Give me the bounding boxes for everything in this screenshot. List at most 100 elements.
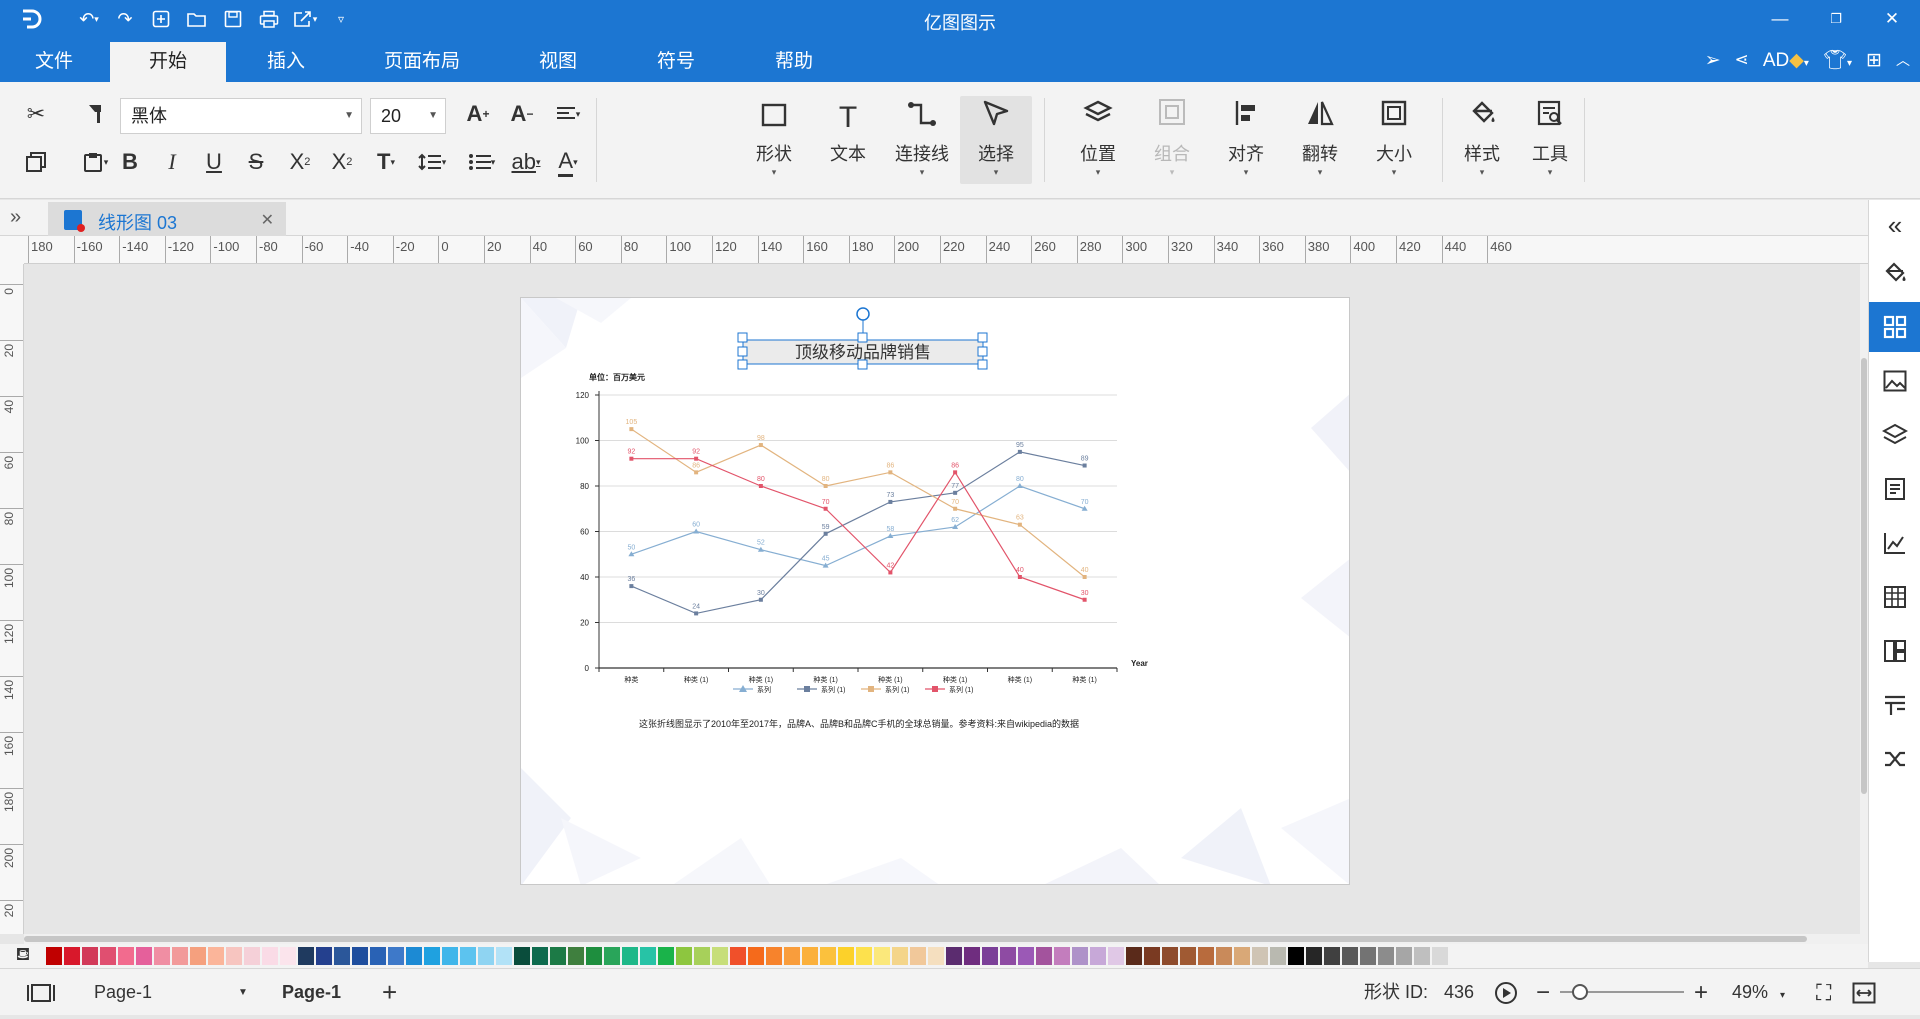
- underline-icon[interactable]: U: [196, 146, 232, 178]
- color-swatch[interactable]: [676, 947, 692, 965]
- position-button[interactable]: 位置 ▾: [1062, 96, 1134, 184]
- color-swatch[interactable]: [1000, 947, 1016, 965]
- restore-icon[interactable]: ❐: [1808, 0, 1864, 38]
- tab-page-layout[interactable]: 页面布局: [370, 42, 474, 82]
- color-swatch[interactable]: [1054, 947, 1070, 965]
- image-icon[interactable]: [1869, 356, 1920, 406]
- send-icon[interactable]: ➢: [1705, 49, 1721, 72]
- org-chart-icon[interactable]: [1869, 626, 1920, 676]
- tab-help[interactable]: 帮助: [754, 42, 834, 82]
- bold-icon[interactable]: B: [112, 146, 148, 178]
- color-swatch[interactable]: [1324, 947, 1340, 965]
- size-button[interactable]: 大小 ▾: [1358, 96, 1430, 184]
- minimize-icon[interactable]: —: [1752, 0, 1808, 38]
- color-swatch[interactable]: [640, 947, 656, 965]
- color-swatch[interactable]: [838, 947, 854, 965]
- tools-button[interactable]: 工具 ▾: [1516, 96, 1584, 184]
- undo-icon[interactable]: ↶ ▾: [72, 4, 106, 34]
- color-swatch[interactable]: [478, 947, 494, 965]
- connector-button[interactable]: 连接线 ▾: [886, 96, 958, 184]
- color-swatch[interactable]: [118, 947, 134, 965]
- color-swatch[interactable]: [352, 947, 368, 965]
- color-swatch[interactable]: [820, 947, 836, 965]
- resize-handle[interactable]: [977, 346, 988, 357]
- print-icon[interactable]: [252, 4, 286, 34]
- fit-width-icon[interactable]: [1852, 969, 1876, 1016]
- color-swatch[interactable]: [712, 947, 728, 965]
- horizontal-scrollbar[interactable]: [24, 934, 1868, 944]
- color-swatch[interactable]: [1414, 947, 1430, 965]
- text-format-icon[interactable]: T ▾: [366, 146, 406, 178]
- color-swatch[interactable]: [1288, 947, 1304, 965]
- color-swatch[interactable]: [694, 947, 710, 965]
- color-swatch[interactable]: [388, 947, 404, 965]
- collapse-ribbon-icon[interactable]: ︿: [1896, 50, 1910, 70]
- color-swatch[interactable]: [154, 947, 170, 965]
- cut-icon[interactable]: ✂: [18, 98, 54, 130]
- color-swatch[interactable]: [100, 947, 116, 965]
- layers-icon[interactable]: [1869, 410, 1920, 460]
- color-swatch[interactable]: [1252, 947, 1268, 965]
- apps-grid-icon[interactable]: ⊞: [1866, 49, 1882, 72]
- tab-home[interactable]: 开始: [110, 42, 226, 82]
- app-logo-icon[interactable]: [14, 4, 48, 34]
- color-swatch[interactable]: [262, 947, 278, 965]
- color-swatch[interactable]: [856, 947, 872, 965]
- text-align-icon[interactable]: ▾: [548, 98, 588, 130]
- font-color-icon[interactable]: A ▾: [548, 146, 588, 178]
- color-swatch[interactable]: [460, 947, 476, 965]
- color-swatch[interactable]: [280, 947, 296, 965]
- diagram-page[interactable]: 顶级移动品牌销售 单位：百万美元 Year 0 20 40 60 80 100 120 种类 种…: [520, 297, 1350, 885]
- new-file-icon[interactable]: [144, 4, 178, 34]
- copy-icon[interactable]: [18, 146, 54, 178]
- bullet-list-icon[interactable]: ▾: [460, 146, 504, 178]
- color-swatch[interactable]: [298, 947, 314, 965]
- color-swatch[interactable]: [550, 947, 566, 965]
- color-swatch[interactable]: [1108, 947, 1124, 965]
- resize-handle[interactable]: [857, 359, 868, 370]
- resize-handle[interactable]: [977, 359, 988, 370]
- rotate-handle[interactable]: [856, 307, 870, 321]
- color-swatch[interactable]: [1432, 947, 1448, 965]
- color-swatch[interactable]: [604, 947, 620, 965]
- color-swatch[interactable]: [568, 947, 584, 965]
- color-swatch[interactable]: [622, 947, 638, 965]
- color-swatch[interactable]: [658, 947, 674, 965]
- color-swatch[interactable]: [46, 947, 62, 965]
- color-swatch[interactable]: [784, 947, 800, 965]
- color-swatch[interactable]: [1234, 947, 1250, 965]
- page-selector[interactable]: Page-1 ▼: [94, 969, 254, 1016]
- resize-handle[interactable]: [737, 332, 748, 343]
- shirt-theme-icon[interactable]: 👕︎▾: [1823, 48, 1852, 72]
- vertical-scrollbar[interactable]: [1860, 264, 1868, 934]
- color-swatch[interactable]: [766, 947, 782, 965]
- color-swatch[interactable]: [892, 947, 908, 965]
- subscript-icon[interactable]: X2: [324, 146, 360, 178]
- color-swatch[interactable]: [532, 947, 548, 965]
- color-swatch[interactable]: [226, 947, 242, 965]
- color-swatch[interactable]: [496, 947, 512, 965]
- font-family-select[interactable]: 黑体 ▼: [120, 98, 362, 134]
- color-swatch[interactable]: [406, 947, 422, 965]
- fill-bucket-icon[interactable]: ⛾: [0, 944, 46, 968]
- color-swatch[interactable]: [64, 947, 80, 965]
- select-button[interactable]: 选择 ▾: [960, 96, 1032, 184]
- color-swatch[interactable]: [1144, 947, 1160, 965]
- color-swatch[interactable]: [1306, 947, 1322, 965]
- tab-symbol[interactable]: 符号: [636, 42, 716, 82]
- color-swatch[interactable]: [1270, 947, 1286, 965]
- resize-handle[interactable]: [737, 346, 748, 357]
- color-swatch[interactable]: [1342, 947, 1358, 965]
- color-swatch[interactable]: [982, 947, 998, 965]
- color-swatch[interactable]: [316, 947, 332, 965]
- color-swatch[interactable]: [586, 947, 602, 965]
- color-swatch[interactable]: [874, 947, 890, 965]
- redo-icon[interactable]: ↷: [108, 4, 142, 34]
- color-swatch[interactable]: [1162, 947, 1178, 965]
- resize-handle[interactable]: [857, 332, 868, 343]
- format-painter-icon[interactable]: [78, 98, 114, 130]
- document-tab[interactable]: 线形图 03 ✕: [48, 202, 286, 236]
- color-swatch[interactable]: [172, 947, 188, 965]
- vertical-scroll-thumb[interactable]: [1861, 358, 1867, 794]
- color-swatch[interactable]: [1180, 947, 1196, 965]
